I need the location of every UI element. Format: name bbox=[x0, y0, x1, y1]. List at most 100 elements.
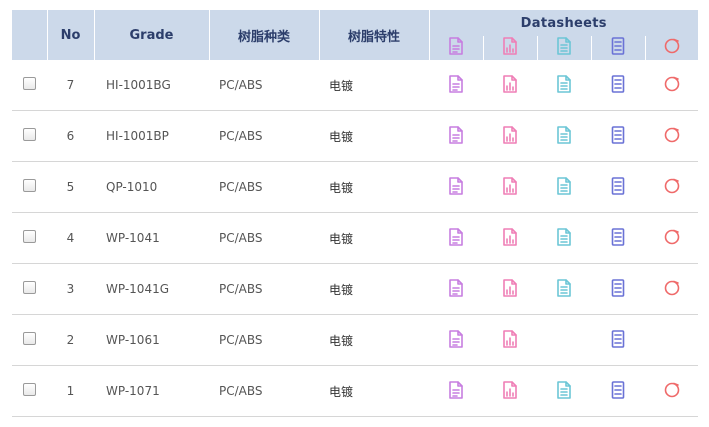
datasheet-cell bbox=[429, 161, 483, 213]
datasheet-circle-badge-header bbox=[645, 36, 698, 60]
resin-type-cell: PC/ABS bbox=[209, 212, 319, 264]
datasheet-text-document-header bbox=[537, 36, 592, 60]
datasheet-cell bbox=[645, 110, 698, 162]
form-document-icon[interactable] bbox=[610, 176, 626, 198]
table-row: 7 HI-1001BG PC/ABS 电镀 bbox=[12, 60, 698, 111]
datasheet-cell bbox=[537, 110, 591, 162]
chart-document-icon[interactable] bbox=[502, 227, 518, 249]
row-checkbox[interactable] bbox=[23, 230, 36, 243]
resin-property-cell: 电镀 bbox=[319, 110, 429, 162]
select-cell bbox=[12, 60, 47, 111]
resin-type-cell: PC/ABS bbox=[209, 365, 319, 417]
datasheet-cell bbox=[645, 60, 698, 111]
text-document-icon[interactable] bbox=[556, 227, 572, 249]
select-cell bbox=[12, 263, 47, 315]
table-row: 1 WP-1071 PC/ABS 电镀 bbox=[12, 365, 698, 417]
circle-badge-icon[interactable] bbox=[664, 126, 680, 147]
datasheet-cell bbox=[537, 161, 591, 213]
grade-cell: QP-1010 bbox=[94, 161, 209, 213]
text-document-icon[interactable] bbox=[556, 278, 572, 300]
no-cell: 1 bbox=[47, 365, 94, 417]
form-document-icon[interactable] bbox=[610, 278, 626, 300]
chart-document-icon[interactable] bbox=[502, 278, 518, 300]
circle-badge-icon[interactable] bbox=[664, 177, 680, 198]
datasheet-cell bbox=[645, 161, 698, 213]
resin-type-cell: PC/ABS bbox=[209, 110, 319, 162]
resin-property-cell: 电镀 bbox=[319, 60, 429, 111]
form-document-icon[interactable] bbox=[610, 74, 626, 96]
form-document-icon[interactable] bbox=[610, 380, 626, 402]
text-document-icon[interactable] bbox=[556, 125, 572, 147]
resin-type-cell: PC/ABS bbox=[209, 314, 319, 366]
grade-cell: WP-1041G bbox=[94, 263, 209, 315]
table-row: 2 WP-1061 PC/ABS 电镀 bbox=[12, 314, 698, 366]
datasheet-cell bbox=[591, 263, 645, 315]
datasheet-cell bbox=[591, 60, 645, 111]
text-document-icon[interactable] bbox=[556, 176, 572, 198]
pdf-document-icon[interactable] bbox=[448, 74, 464, 96]
datasheet-cell bbox=[483, 110, 537, 162]
pdf-document-icon[interactable] bbox=[448, 125, 464, 147]
datasheet-cell bbox=[429, 212, 483, 264]
product-table: No Grade 树脂种类 树脂特性 Datasheets 7 HI-1001BG… bbox=[12, 10, 698, 417]
datasheet-pdf-document-header bbox=[429, 36, 484, 60]
circle-badge-icon[interactable] bbox=[664, 381, 680, 402]
form-document-icon[interactable] bbox=[610, 227, 626, 249]
datasheet-cell bbox=[429, 365, 483, 417]
datasheet-cell bbox=[483, 212, 537, 264]
row-checkbox[interactable] bbox=[23, 77, 36, 90]
circle-badge-icon[interactable] bbox=[664, 228, 680, 249]
datasheet-cell bbox=[537, 314, 591, 366]
datasheet-cell bbox=[645, 212, 698, 264]
datasheet-chart-document-header bbox=[483, 36, 538, 60]
no-cell: 7 bbox=[47, 60, 94, 111]
text-document-icon[interactable] bbox=[556, 380, 572, 402]
form-document-icon[interactable] bbox=[610, 329, 626, 351]
resin-type-column-header: 树脂种类 bbox=[209, 10, 320, 60]
no-cell: 3 bbox=[47, 263, 94, 315]
chart-document-icon[interactable] bbox=[502, 125, 518, 147]
text-document-icon[interactable] bbox=[556, 74, 572, 96]
grade-column-header: Grade bbox=[94, 10, 210, 60]
no-cell: 5 bbox=[47, 161, 94, 213]
no-cell: 4 bbox=[47, 212, 94, 264]
pdf-document-icon[interactable] bbox=[448, 380, 464, 402]
pdf-document-icon[interactable] bbox=[448, 278, 464, 300]
chart-document-icon[interactable] bbox=[502, 176, 518, 198]
table-row: 6 HI-1001BP PC/ABS 电镀 bbox=[12, 110, 698, 162]
row-checkbox[interactable] bbox=[23, 383, 36, 396]
datasheet-cell bbox=[483, 314, 537, 366]
select-cell bbox=[12, 314, 47, 366]
resin-property-cell: 电镀 bbox=[319, 161, 429, 213]
circle-badge-icon[interactable] bbox=[664, 75, 680, 96]
datasheet-cell bbox=[537, 263, 591, 315]
row-checkbox[interactable] bbox=[23, 179, 36, 192]
datasheet-cell bbox=[483, 365, 537, 417]
chart-document-icon[interactable] bbox=[502, 74, 518, 96]
datasheet-cell bbox=[645, 365, 698, 417]
row-checkbox[interactable] bbox=[23, 128, 36, 141]
row-checkbox[interactable] bbox=[23, 281, 36, 294]
datasheet-cell bbox=[429, 110, 483, 162]
form-document-icon[interactable] bbox=[610, 125, 626, 147]
row-checkbox[interactable] bbox=[23, 332, 36, 345]
resin-property-cell: 电镀 bbox=[319, 212, 429, 264]
grade-cell: WP-1041 bbox=[94, 212, 209, 264]
select-cell bbox=[12, 212, 47, 264]
datasheet-cell bbox=[591, 365, 645, 417]
circle-badge-icon[interactable] bbox=[664, 279, 680, 300]
chart-document-icon[interactable] bbox=[502, 329, 518, 351]
datasheet-form-document-header bbox=[591, 36, 646, 60]
resin-property-cell: 电镀 bbox=[319, 365, 429, 417]
no-cell: 6 bbox=[47, 110, 94, 162]
table-row: 3 WP-1041G PC/ABS 电镀 bbox=[12, 263, 698, 315]
form-document-icon bbox=[610, 37, 626, 59]
pdf-document-icon[interactable] bbox=[448, 176, 464, 198]
select-column-header bbox=[12, 10, 48, 60]
datasheet-cell bbox=[483, 60, 537, 111]
resin-type-cell: PC/ABS bbox=[209, 161, 319, 213]
chart-document-icon[interactable] bbox=[502, 380, 518, 402]
pdf-document-icon[interactable] bbox=[448, 227, 464, 249]
grade-cell: HI-1001BP bbox=[94, 110, 209, 162]
pdf-document-icon[interactable] bbox=[448, 329, 464, 351]
